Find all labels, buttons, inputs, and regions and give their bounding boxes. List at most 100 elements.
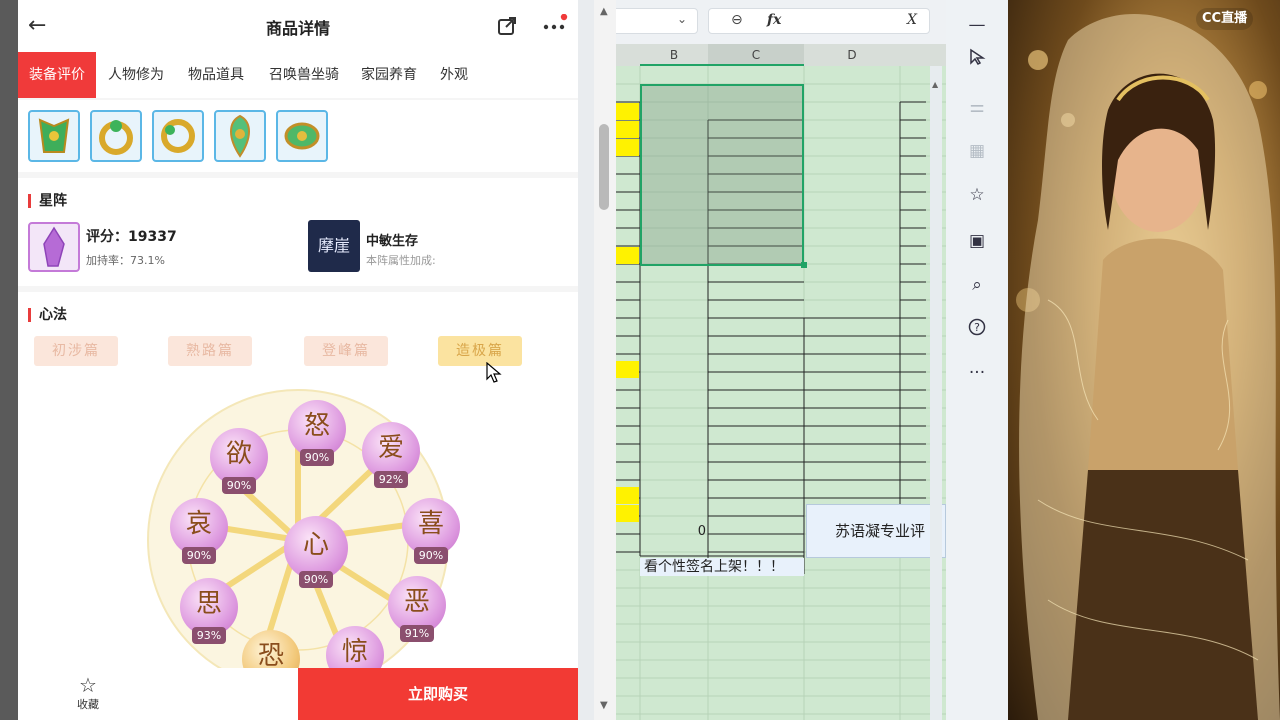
tab-home[interactable]: 家园养育 xyxy=(354,52,424,98)
tab-character-cultivation[interactable]: 人物修为 xyxy=(100,52,172,98)
heart-method-card: 心法 初涉篇 熟路篇 登峰篇 造极篇 怒 90% 欲 90% 爱 92% 哀 9… xyxy=(18,292,578,688)
tier-beginner[interactable]: 初涉篇 xyxy=(34,336,118,366)
heart-node-love[interactable]: 爱 92% xyxy=(362,422,420,488)
watermark-logo: CC直播 xyxy=(1196,8,1254,30)
cell-yellow[interactable] xyxy=(616,487,639,504)
cell-yellow[interactable] xyxy=(616,121,639,138)
col-header-d[interactable]: D xyxy=(804,44,900,66)
select-icon[interactable] xyxy=(964,48,990,74)
star-heading: 星阵 xyxy=(28,194,67,208)
left-edge xyxy=(0,0,18,720)
cell-yellow[interactable] xyxy=(616,505,639,522)
footer-cell[interactable]: 看个性签名上架！！！ xyxy=(640,558,804,576)
col-header-e[interactable] xyxy=(900,44,946,66)
cell-yellow[interactable] xyxy=(616,361,639,378)
formula-bar: ⌄ ⊖ fx X xyxy=(616,0,946,44)
scroll-thumb[interactable] xyxy=(599,124,609,210)
skill-name: 中敏生存 xyxy=(366,234,419,249)
tab-summons-mounts[interactable]: 召唤兽坐骑 xyxy=(260,52,348,98)
table-icon[interactable]: ▦ xyxy=(964,138,990,164)
text-cell[interactable]: 苏语凝专业评 xyxy=(806,504,946,558)
equipment-slot-armor[interactable] xyxy=(28,110,80,162)
tier-pinnacle[interactable]: 造极篇 xyxy=(438,336,522,366)
heart-node-core[interactable]: 心 90% xyxy=(284,516,348,588)
scroll-down-icon[interactable]: ▼ xyxy=(600,700,608,711)
node-char: 欲 xyxy=(225,439,252,469)
panel-scrollbar[interactable]: ▲ ▼ xyxy=(594,0,616,720)
equipment-slot-bracelet[interactable] xyxy=(152,110,204,162)
equipment-slot-ring[interactable] xyxy=(90,110,142,162)
col-header-c[interactable]: C xyxy=(708,44,804,66)
formula-icon[interactable]: X xyxy=(907,12,917,28)
category-tabs: 装备评价 人物修为 物品道具 召唤兽坐骑 家园养育 外观 xyxy=(18,52,578,98)
more-options-icon[interactable]: ··· xyxy=(964,360,990,386)
heart-node-anger[interactable]: 怒 90% xyxy=(288,400,346,466)
fx-icon[interactable]: fx xyxy=(767,12,781,28)
tab-appearance[interactable]: 外观 xyxy=(432,52,476,98)
star-score: 评分：19337 xyxy=(86,229,177,245)
cell-value[interactable]: 0 xyxy=(642,524,706,539)
node-char: 爱 xyxy=(377,433,404,463)
node-percent: 90% xyxy=(299,571,333,588)
equipment-slots xyxy=(18,100,578,172)
cell-grid[interactable]: 0 苏语凝专业评 看个性签名上架！！！ ▲ xyxy=(616,66,946,720)
tier-familiar[interactable]: 熟路篇 xyxy=(168,336,252,366)
minimize-icon[interactable]: — xyxy=(964,12,990,38)
tool-sidebar: — ⚌ ▦ ☆ ▣ ⌕ ? ··· xyxy=(946,0,1008,720)
sheet-scrollbar[interactable]: ▲ xyxy=(930,66,942,720)
heart-node-sorrow[interactable]: 哀 90% xyxy=(170,498,228,564)
node-percent: 93% xyxy=(192,627,226,644)
equipment-slot-belt[interactable] xyxy=(276,110,328,162)
node-char: 哀 xyxy=(185,509,212,539)
heart-heading: 心法 xyxy=(28,308,67,322)
favorite-button[interactable]: ☆ 收藏 xyxy=(66,674,110,718)
node-percent: 90% xyxy=(182,547,216,564)
heart-node-joy[interactable]: 喜 90% xyxy=(402,498,460,564)
more-icon[interactable] xyxy=(542,13,568,38)
image-icon[interactable]: ▣ xyxy=(964,228,990,254)
star-crystal-icon[interactable] xyxy=(28,222,80,272)
node-char: 惊 xyxy=(341,637,368,667)
col-header-b[interactable]: B xyxy=(640,44,708,66)
buy-now-button[interactable]: 立即购买 xyxy=(298,668,578,720)
star-formation-card: 星阵 评分：19337 加持率：73.1% 摩崖 中敏生存 本阵属性加成: xyxy=(18,178,578,286)
node-char: 恶 xyxy=(403,587,430,617)
skill-emblem-icon[interactable]: 摩崖 xyxy=(308,220,360,272)
node-char: 喜 xyxy=(417,509,444,539)
star-shape-icon[interactable]: ☆ xyxy=(964,182,990,208)
sliders-icon[interactable]: ⚌ xyxy=(964,94,990,120)
formula-input[interactable]: ⊖ fx X xyxy=(708,8,930,34)
heart-node-hate[interactable]: 恶 91% xyxy=(388,576,446,642)
cell-selection[interactable] xyxy=(640,84,804,266)
fill-handle[interactable] xyxy=(801,262,807,268)
chevron-down-icon[interactable]: ⌄ xyxy=(677,12,687,26)
equipment-slot-pendant[interactable] xyxy=(214,110,266,162)
search-doc-icon[interactable]: ⌕ xyxy=(964,272,990,298)
heart-node-longing[interactable]: 思 93% xyxy=(180,578,238,644)
zoom-icon[interactable]: ⊖ xyxy=(731,12,743,28)
skill-subtitle: 本阵属性加成: xyxy=(366,254,436,267)
heart-node-desire[interactable]: 欲 90% xyxy=(210,428,268,494)
tier-peak[interactable]: 登峰篇 xyxy=(304,336,388,366)
tab-equipment-rating[interactable]: 装备评价 xyxy=(18,52,96,98)
node-percent: 92% xyxy=(374,471,408,488)
top-bar: ← 商品详情 xyxy=(18,0,578,52)
col-header-a[interactable] xyxy=(616,44,640,66)
scroll-up-icon[interactable]: ▲ xyxy=(600,6,608,17)
cell-yellow[interactable] xyxy=(616,247,639,264)
tab-items[interactable]: 物品道具 xyxy=(180,52,252,98)
portrait-illustration xyxy=(1016,14,1280,720)
star-bonus-rate: 加持率：73.1% xyxy=(86,254,165,267)
share-icon[interactable] xyxy=(496,15,518,37)
node-percent: 91% xyxy=(400,625,434,642)
cell-yellow[interactable] xyxy=(616,103,639,120)
name-box[interactable]: ⌄ xyxy=(616,8,698,34)
cell-yellow[interactable] xyxy=(616,139,639,156)
favorite-label: 收藏 xyxy=(77,698,99,711)
star-icon: ☆ xyxy=(79,673,97,697)
bottom-bar: ☆ 收藏 立即购买 xyxy=(18,668,578,720)
svg-text:?: ? xyxy=(974,321,980,334)
decorative-photo: CC直播 xyxy=(1008,0,1280,720)
help-icon[interactable]: ? xyxy=(964,318,990,344)
scroll-up-icon[interactable]: ▲ xyxy=(932,80,938,89)
